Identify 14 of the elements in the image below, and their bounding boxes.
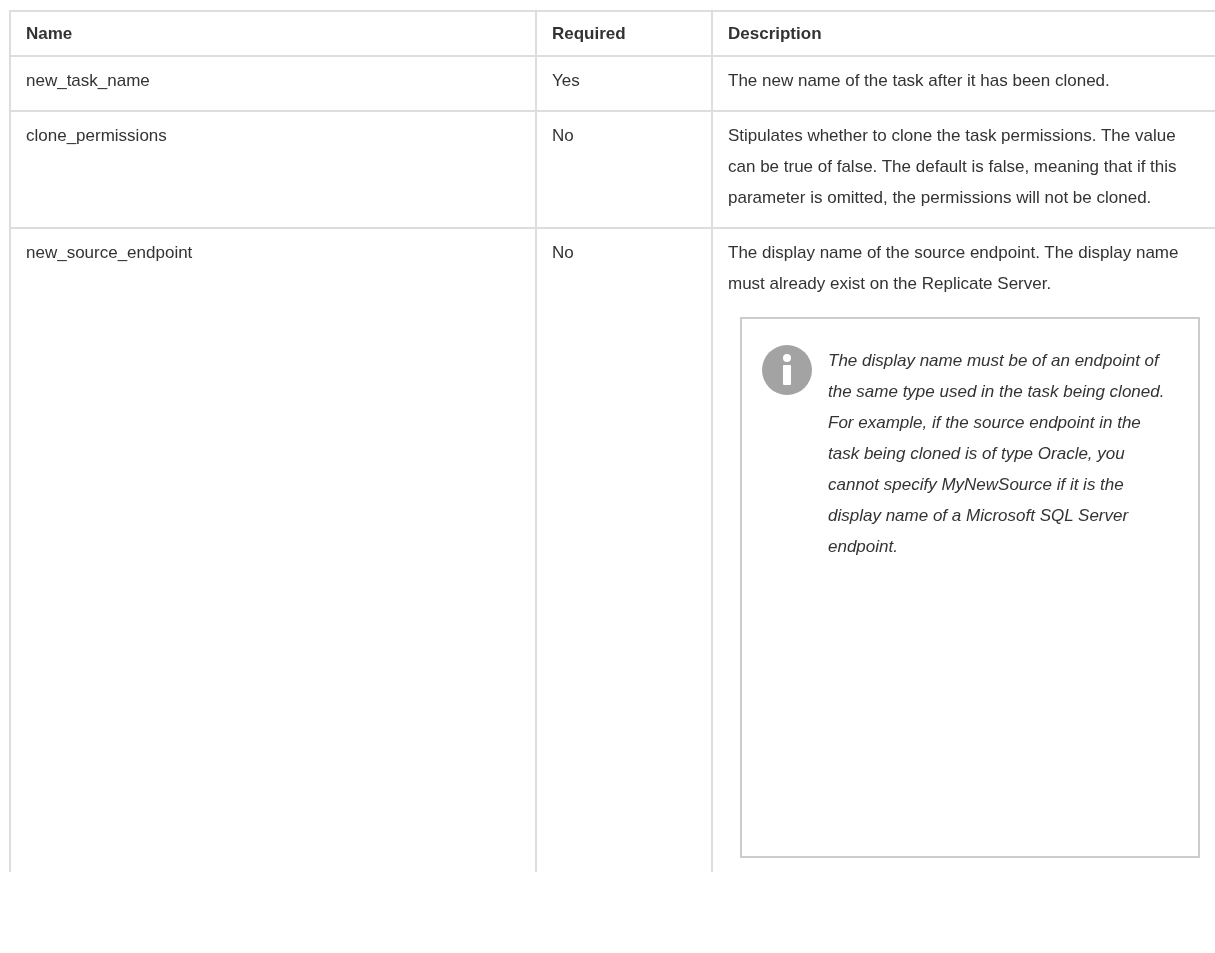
- note-text: The display name must be of an endpoint of the same type used in the task being cloned. For example, if the source endpoint in the task being cloned is of type Oracle, you cannot specify MyNewSource if it is the display name of a Microsoft SQL Server endpoint.: [828, 350, 1166, 558]
- table-cell: clone_permissions: [11, 112, 537, 229]
- table-cell: No: [537, 229, 713, 872]
- description-text: The new name of the task after it has been cloned.: [728, 70, 1111, 92]
- column-header: Description: [713, 12, 1215, 57]
- description-text: The display name of the source endpoint. The display name must already exist on the Replicate Server.: [728, 242, 1180, 295]
- column-header: Required: [537, 12, 713, 57]
- table-cell: new_task_name: [11, 57, 537, 112]
- info-icon: [762, 345, 812, 395]
- table-cell: new_source_endpoint: [11, 229, 537, 872]
- description-text: Stipulates whether to clone the task permissions. The value can be true of false. The default is false, meaning that if this parameter is omitted, the permissions will not be cloned.: [728, 125, 1178, 209]
- table-cell: No: [537, 112, 713, 229]
- table-cell: Yes: [537, 57, 713, 112]
- column-header: Name: [11, 12, 537, 57]
